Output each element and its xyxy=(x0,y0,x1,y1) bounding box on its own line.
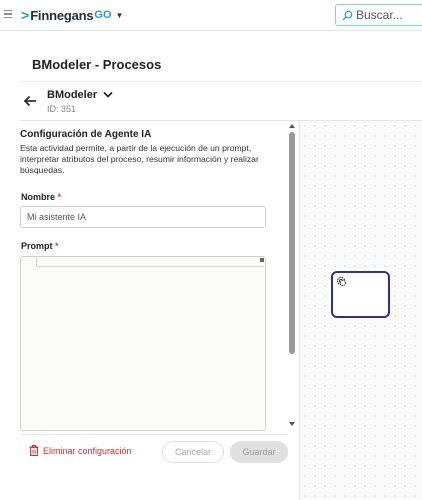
prompt-label-text: Prompt xyxy=(21,241,53,251)
app-logo[interactable]: > Finnegans GO ▼ xyxy=(21,7,123,23)
logo-text: Finnegans xyxy=(30,7,94,23)
logo-arrow-icon: > xyxy=(21,7,30,23)
scroll-down-icon[interactable] xyxy=(289,422,295,426)
caret-down-icon[interactable]: ▼ xyxy=(116,11,124,20)
search-input[interactable] xyxy=(356,8,422,22)
prompt-label: Prompt * xyxy=(21,241,59,251)
panel-description: Esta actividad permite, a partir de la e… xyxy=(20,143,259,175)
divider xyxy=(20,81,422,82)
delete-label: Eliminar configuración xyxy=(43,445,132,456)
name-field[interactable] xyxy=(20,206,266,228)
diagram-canvas[interactable] xyxy=(299,121,422,500)
trash-icon xyxy=(29,445,39,456)
delete-configuration-button[interactable]: Eliminar configuración xyxy=(29,445,132,456)
prompt-editor[interactable] xyxy=(20,256,266,431)
model-selector[interactable]: BModeler xyxy=(47,89,113,101)
editor-scroll-marker xyxy=(260,258,264,262)
scrollbar-thumb[interactable] xyxy=(289,132,295,354)
top-bar: > Finnegans GO ▼ xyxy=(0,0,422,31)
model-id: ID: 351 xyxy=(47,104,77,114)
panel-title: Configuración de Agente IA xyxy=(20,129,152,140)
scroll-up-icon[interactable] xyxy=(289,124,295,128)
save-button[interactable]: Guardar xyxy=(230,441,288,463)
logo-suffix: GO xyxy=(94,9,112,21)
ai-agent-task[interactable] xyxy=(331,271,390,318)
cancel-button[interactable]: Cancelar xyxy=(162,441,224,463)
required-mark: * xyxy=(57,192,62,202)
chevron-down-icon[interactable] xyxy=(103,91,113,99)
search-icon xyxy=(342,10,353,20)
page-title: BModeler - Procesos xyxy=(32,57,162,72)
menu-icon[interactable] xyxy=(4,10,12,19)
panel-scrollbar[interactable] xyxy=(289,124,295,430)
name-label: Nombre * xyxy=(21,192,61,202)
back-arrow-icon[interactable] xyxy=(23,94,37,108)
required-mark: * xyxy=(55,241,59,251)
model-name: BModeler xyxy=(47,89,98,101)
search-box[interactable] xyxy=(335,4,422,26)
editor-toolbar-line xyxy=(36,266,264,267)
name-label-text: Nombre xyxy=(21,192,56,202)
divider xyxy=(20,434,288,435)
gear-icon xyxy=(336,276,347,287)
